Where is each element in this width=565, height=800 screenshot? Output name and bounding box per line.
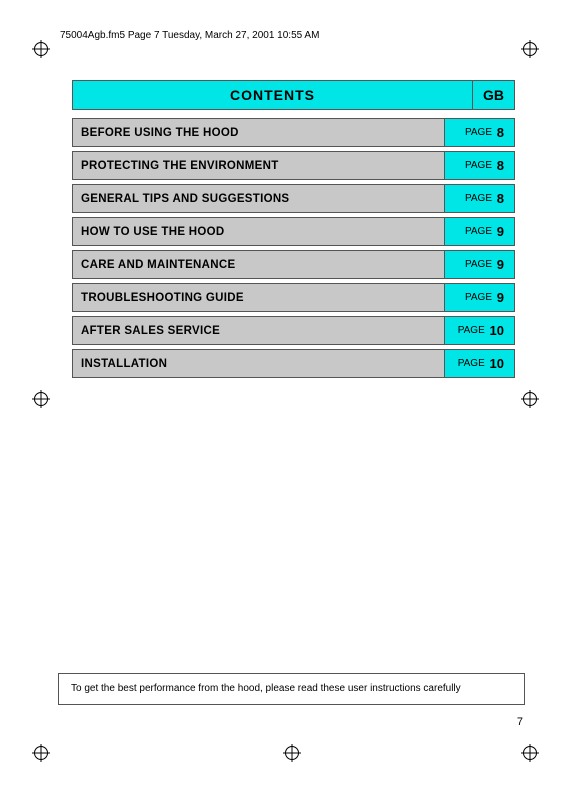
crosshair-bottom-center — [283, 744, 301, 762]
toc-page: PAGE 10 — [444, 350, 514, 377]
toc-page: PAGE 9 — [444, 284, 514, 311]
page-word: PAGE — [465, 127, 495, 138]
toc-row: HOW TO USE THE HOOD PAGE 9 — [72, 217, 515, 246]
toc-label: GENERAL TIPS AND SUGGESTIONS — [73, 185, 444, 212]
contents-gb: GB — [472, 80, 515, 110]
page-word: PAGE — [465, 160, 495, 171]
toc-label: CARE AND MAINTENANCE — [73, 251, 444, 278]
page-num: 10 — [490, 356, 504, 371]
page-word: PAGE — [465, 193, 495, 204]
toc-label: INSTALLATION — [73, 350, 444, 377]
page-number: 7 — [517, 716, 523, 728]
crosshair-bottom-right — [521, 744, 539, 762]
page-word: PAGE — [465, 259, 495, 270]
page-word: PAGE — [465, 226, 495, 237]
page-num: 10 — [490, 323, 504, 338]
toc-page: PAGE 9 — [444, 218, 514, 245]
toc-row: AFTER SALES SERVICE PAGE 10 — [72, 316, 515, 345]
header-meta: 75004Agb.fm5 Page 7 Tuesday, March 27, 2… — [60, 30, 525, 41]
crosshair-top-right — [521, 40, 539, 58]
page: 75004Agb.fm5 Page 7 Tuesday, March 27, 2… — [0, 0, 565, 800]
toc-label: HOW TO USE THE HOOD — [73, 218, 444, 245]
page-word: PAGE — [458, 325, 488, 336]
page-num: 9 — [497, 290, 504, 305]
crosshair-middle-right — [521, 390, 539, 408]
contents-header: CONTENTS GB — [72, 80, 515, 110]
page-word: PAGE — [458, 358, 488, 369]
crosshair-middle-left — [32, 390, 50, 408]
toc-page: PAGE 8 — [444, 119, 514, 146]
page-num: 8 — [497, 125, 504, 140]
toc-page: PAGE 8 — [444, 152, 514, 179]
bottom-note: To get the best performance from the hoo… — [58, 673, 525, 705]
toc-label: TROUBLESHOOTING GUIDE — [73, 284, 444, 311]
toc-page: PAGE 9 — [444, 251, 514, 278]
bottom-note-text: To get the best performance from the hoo… — [71, 683, 461, 694]
page-num: 8 — [497, 191, 504, 206]
page-num: 9 — [497, 257, 504, 272]
crosshair-top-left — [32, 40, 50, 58]
header-meta-text: 75004Agb.fm5 Page 7 Tuesday, March 27, 2… — [60, 30, 319, 41]
toc-label: BEFORE USING THE HOOD — [73, 119, 444, 146]
page-num: 8 — [497, 158, 504, 173]
toc-row: TROUBLESHOOTING GUIDE PAGE 9 — [72, 283, 515, 312]
crosshair-bottom-left — [32, 744, 50, 762]
content-area: CONTENTS GB BEFORE USING THE HOOD PAGE 8… — [72, 80, 515, 382]
toc-row: INSTALLATION PAGE 10 — [72, 349, 515, 378]
toc-row: CARE AND MAINTENANCE PAGE 9 — [72, 250, 515, 279]
toc-container: BEFORE USING THE HOOD PAGE 8 PROTECTING … — [72, 118, 515, 382]
toc-row: GENERAL TIPS AND SUGGESTIONS PAGE 8 — [72, 184, 515, 213]
toc-page: PAGE 8 — [444, 185, 514, 212]
toc-page: PAGE 10 — [444, 317, 514, 344]
toc-label: PROTECTING THE ENVIRONMENT — [73, 152, 444, 179]
toc-label: AFTER SALES SERVICE — [73, 317, 444, 344]
toc-row: BEFORE USING THE HOOD PAGE 8 — [72, 118, 515, 147]
page-num: 9 — [497, 224, 504, 239]
page-word: PAGE — [465, 292, 495, 303]
toc-row: PROTECTING THE ENVIRONMENT PAGE 8 — [72, 151, 515, 180]
contents-title: CONTENTS — [72, 80, 472, 110]
